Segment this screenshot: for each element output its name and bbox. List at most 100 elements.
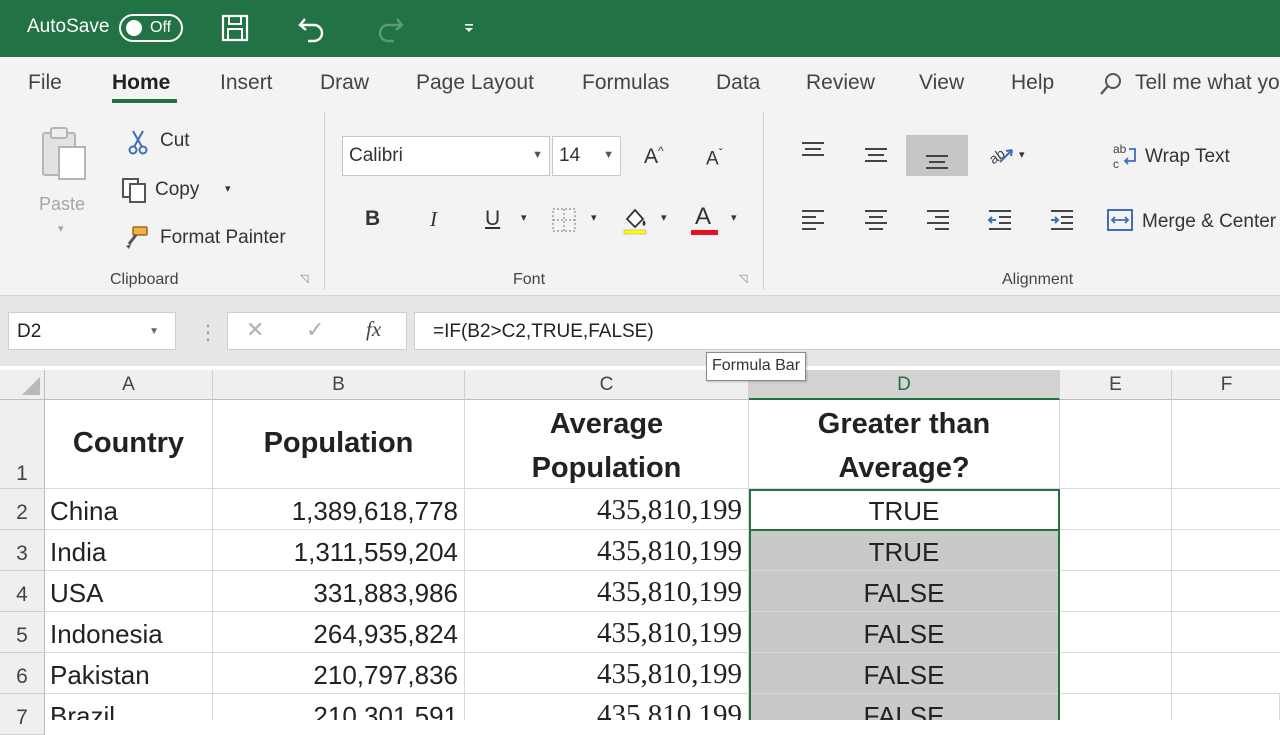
table-cell-country[interactable]: Pakistan: [45, 653, 213, 694]
orientation-dropdown-arrow[interactable]: ▾: [1019, 148, 1025, 161]
table-cell-average[interactable]: 435,810,199: [465, 694, 749, 720]
tab-review[interactable]: Review: [806, 71, 875, 95]
font-size-combo[interactable]: 14 ▼: [552, 136, 621, 176]
increase-font-size-button[interactable]: A^: [644, 144, 664, 169]
table-cell-population[interactable]: 1,389,618,778: [213, 489, 465, 530]
table-cell-empty[interactable]: [1172, 530, 1280, 571]
tell-me-input[interactable]: Tell me what yo: [1135, 71, 1280, 95]
row-header[interactable]: 3: [0, 530, 45, 571]
clipboard-launcher-icon[interactable]: ◹: [300, 272, 308, 285]
align-center-icon[interactable]: [861, 206, 891, 234]
copy-button[interactable]: Copy: [155, 179, 199, 201]
table-cell-empty[interactable]: [1060, 612, 1172, 653]
table-cell-empty[interactable]: [1060, 571, 1172, 612]
top-align-icon[interactable]: [798, 138, 828, 164]
row-header[interactable]: 7: [0, 694, 45, 735]
lightbulb-search-icon[interactable]: [1097, 70, 1125, 98]
table-cell-country[interactable]: Indonesia: [45, 612, 213, 653]
table-cell-average[interactable]: 435,810,199: [465, 612, 749, 653]
copy-dropdown-arrow[interactable]: ▾: [225, 182, 231, 195]
table-cell-empty[interactable]: [1060, 530, 1172, 571]
row-header[interactable]: 6: [0, 653, 45, 694]
tab-view[interactable]: View: [919, 71, 964, 95]
table-cell-population[interactable]: 331,883,986: [213, 571, 465, 612]
table-cell-empty[interactable]: [1060, 489, 1172, 530]
tab-data[interactable]: Data: [716, 71, 760, 95]
customize-qat-icon[interactable]: [452, 12, 486, 44]
cell-d1[interactable]: Greater than Average?: [749, 400, 1060, 489]
tab-help[interactable]: Help: [1011, 71, 1054, 95]
drag-handle-icon[interactable]: ⋮: [198, 320, 218, 345]
column-header-e[interactable]: E: [1060, 370, 1172, 400]
align-left-icon[interactable]: [798, 206, 828, 234]
tab-insert[interactable]: Insert: [220, 71, 273, 95]
table-cell-country[interactable]: China: [45, 489, 213, 530]
column-header-a[interactable]: A: [45, 370, 213, 400]
tab-home[interactable]: Home: [112, 71, 170, 95]
table-cell-empty[interactable]: [1172, 571, 1280, 612]
row-header[interactable]: 5: [0, 612, 45, 653]
table-cell-population[interactable]: 1,311,559,204: [213, 530, 465, 571]
column-header-f[interactable]: F: [1172, 370, 1280, 400]
table-cell-empty[interactable]: [1060, 653, 1172, 694]
borders-icon[interactable]: [550, 206, 578, 234]
formula-input[interactable]: =IF(B2>C2,TRUE,FALSE): [414, 312, 1280, 350]
cell-a1[interactable]: Country: [45, 400, 213, 489]
row-header[interactable]: 4: [0, 571, 45, 612]
table-cell-empty[interactable]: [1172, 612, 1280, 653]
table-cell-average[interactable]: 435,810,199: [465, 653, 749, 694]
table-cell-empty[interactable]: [1172, 489, 1280, 530]
cut-button[interactable]: Cut: [160, 130, 190, 152]
cell-f1[interactable]: [1172, 400, 1280, 489]
insert-function-button[interactable]: fx: [366, 317, 381, 342]
table-cell-country[interactable]: USA: [45, 571, 213, 612]
paste-icon[interactable]: [34, 124, 94, 186]
merge-center-button[interactable]: Merge & Center: [1142, 211, 1276, 233]
table-cell-empty[interactable]: [1060, 694, 1172, 720]
format-painter-button[interactable]: Format Painter: [160, 227, 286, 249]
borders-dropdown-arrow[interactable]: ▾: [591, 211, 597, 224]
paste-label[interactable]: Paste: [39, 194, 85, 215]
table-cell-average[interactable]: 435,810,199: [465, 489, 749, 530]
decrease-font-size-button[interactable]: Aˇ: [706, 146, 723, 170]
tab-draw[interactable]: Draw: [320, 71, 369, 95]
font-color-dropdown-arrow[interactable]: ▾: [731, 211, 737, 224]
bottom-align-button[interactable]: [906, 135, 968, 176]
table-cell-country[interactable]: India: [45, 530, 213, 571]
select-all-button[interactable]: [0, 370, 45, 400]
table-cell-average[interactable]: 435,810,199: [465, 530, 749, 571]
undo-icon[interactable]: [295, 12, 329, 44]
save-icon[interactable]: [218, 12, 252, 44]
font-launcher-icon[interactable]: ◹: [739, 272, 747, 285]
align-right-icon[interactable]: [923, 206, 953, 234]
table-cell-empty[interactable]: [1172, 653, 1280, 694]
decrease-indent-icon[interactable]: [985, 206, 1015, 234]
autosave-toggle[interactable]: Off: [119, 14, 183, 42]
fill-color-dropdown-arrow[interactable]: ▾: [661, 211, 667, 224]
row-header[interactable]: 2: [0, 489, 45, 530]
table-cell-population[interactable]: 210,797,836: [213, 653, 465, 694]
cell-e1[interactable]: [1060, 400, 1172, 489]
underline-button[interactable]: U: [485, 207, 500, 231]
paste-dropdown-arrow[interactable]: ▾: [58, 222, 64, 235]
table-cell-average[interactable]: 435,810,199: [465, 571, 749, 612]
underline-dropdown-arrow[interactable]: ▾: [521, 211, 527, 224]
enter-icon[interactable]: ✓: [306, 317, 324, 343]
tab-formulas[interactable]: Formulas: [582, 71, 670, 95]
wrap-text-button[interactable]: Wrap Text: [1145, 146, 1230, 168]
name-box[interactable]: D2 ▼: [8, 312, 176, 350]
tab-page-layout[interactable]: Page Layout: [416, 71, 534, 95]
italic-button[interactable]: I: [430, 207, 437, 232]
tab-file[interactable]: File: [28, 71, 62, 95]
column-header-b[interactable]: B: [213, 370, 465, 400]
font-color-button[interactable]: A: [695, 203, 711, 231]
table-cell-population[interactable]: 264,935,824: [213, 612, 465, 653]
row-header[interactable]: 1: [0, 400, 45, 489]
bold-button[interactable]: B: [365, 207, 380, 231]
fill-color-icon[interactable]: [620, 204, 650, 236]
table-cell-empty[interactable]: [1172, 694, 1280, 720]
orientation-icon[interactable]: ab: [985, 139, 1019, 169]
cell-c1[interactable]: Average Population: [465, 400, 749, 489]
cell-b1[interactable]: Population: [213, 400, 465, 489]
increase-indent-icon[interactable]: [1047, 206, 1077, 234]
